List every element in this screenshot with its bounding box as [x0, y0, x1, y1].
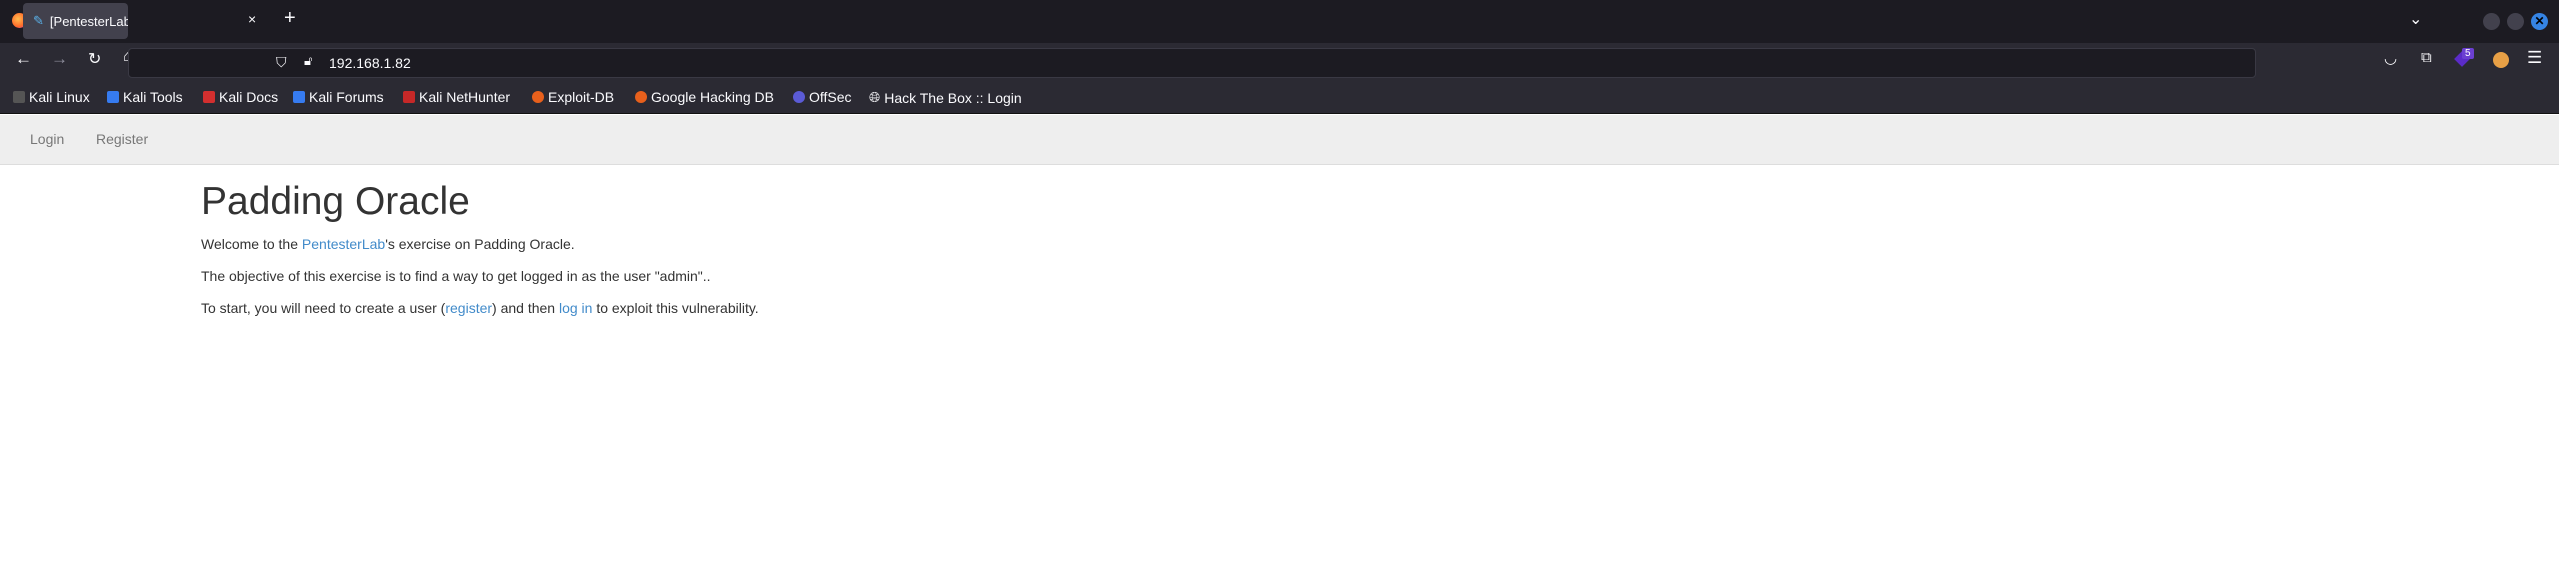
menu-icon[interactable]: ☰ — [2527, 48, 2542, 68]
bookmark-kali-linux[interactable]: Kali Linux — [13, 89, 90, 105]
bookmark-kali-docs[interactable]: Kali Docs — [203, 89, 278, 105]
maximize-button[interactable] — [2507, 13, 2524, 30]
exploit-db-icon — [532, 91, 544, 103]
pocket-icon[interactable]: ◡ — [2384, 49, 2397, 67]
url-bar[interactable] — [128, 48, 2256, 78]
text: 's exercise on Padding Oracle. — [385, 236, 575, 252]
bookmark-offsec[interactable]: OffSec — [793, 89, 852, 105]
ghdb-icon — [635, 91, 647, 103]
kali-dragon-icon — [13, 91, 25, 103]
back-button[interactable]: ← — [15, 49, 32, 69]
tab-close-icon[interactable]: × — [248, 11, 256, 27]
text: Welcome to the — [201, 236, 302, 252]
bookmark-google-hacking-db[interactable]: Google Hacking DB — [635, 89, 774, 105]
text: to exploit this vulnerability. — [592, 300, 759, 316]
offsec-icon — [793, 91, 805, 103]
extension-blocker-icon[interactable] — [2493, 52, 2509, 68]
bookmark-exploit-db[interactable]: Exploit-DB — [532, 89, 614, 105]
kali-nethunter-icon — [403, 91, 415, 103]
text: ) and then — [492, 300, 559, 316]
nav-register-link[interactable]: Register — [96, 131, 148, 147]
kali-docs-icon — [203, 91, 215, 103]
register-link[interactable]: register — [445, 300, 492, 316]
bookmark-label: Kali Linux — [29, 89, 90, 105]
minimize-button[interactable] — [2483, 13, 2500, 30]
bookmark-kali-tools[interactable]: Kali Tools — [107, 89, 183, 105]
page-title: Padding Oracle — [201, 180, 470, 223]
bookmark-hack-the-box[interactable]: 🌐︎ Hack The Box :: Login — [869, 89, 1022, 106]
list-tabs-chevron-icon[interactable]: ⌄ — [2409, 9, 2422, 29]
bookmark-label: Exploit-DB — [548, 89, 615, 105]
bookmark-label: Kali NetHunter — [419, 89, 511, 105]
bookmark-label: Kali Docs — [219, 89, 279, 105]
welcome-paragraph: Welcome to the PentesterLab's exercise o… — [201, 236, 759, 252]
insecure-lock-icon[interactable]: 🔓︎ — [304, 53, 312, 69]
tab-bar: ✎ [PentesterLab] Padding O × + ⌄ ✕ — [0, 0, 2559, 43]
tracking-shield-icon[interactable]: ⛉ — [276, 54, 287, 71]
globe-icon: 🌐︎ — [869, 89, 881, 105]
nav-login-link[interactable]: Login — [30, 131, 64, 147]
bookmarks-toolbar — [0, 81, 2559, 114]
forward-button[interactable]: → — [51, 49, 68, 69]
tab-favicon-icon: ✎ — [33, 13, 44, 28]
tab-title: [PentesterLab] Padding O — [49, 13, 128, 29]
bookmark-kali-forums[interactable]: Kali Forums — [293, 89, 384, 105]
url-text[interactable]: 192.168.1.82 — [329, 55, 411, 71]
bookmark-label: Hack The Box :: Login — [884, 89, 1022, 106]
close-window-button[interactable]: ✕ — [2531, 13, 2548, 30]
text: To start, you will need to create a user… — [201, 300, 446, 316]
tab-active[interactable]: ✎ [PentesterLab] Padding O — [23, 3, 128, 39]
main-content: Padding Oracle Welcome to the PentesterL… — [201, 180, 759, 332]
kali-tools-icon — [107, 91, 119, 103]
objective-paragraph: The objective of this exercise is to fin… — [201, 268, 711, 284]
extensions-icon[interactable]: ⧉ — [2421, 49, 2432, 66]
extension-badge: 5 — [2462, 48, 2474, 59]
bookmark-label: OffSec — [809, 89, 852, 105]
bookmark-label: Google Hacking DB — [651, 89, 774, 105]
new-tab-button[interactable]: + — [284, 7, 296, 30]
bookmark-label: Kali Tools — [123, 89, 183, 105]
instructions-paragraph: To start, you will need to create a user… — [201, 300, 759, 316]
bookmark-kali-nethunter[interactable]: Kali NetHunter — [403, 89, 510, 105]
pentesterlab-link[interactable]: PentesterLab — [302, 236, 385, 252]
login-link[interactable]: log in — [559, 300, 592, 316]
kali-forums-icon — [293, 91, 305, 103]
site-navbar — [0, 115, 2559, 165]
reload-button[interactable]: ↻ — [88, 49, 101, 69]
bookmark-label: Kali Forums — [309, 89, 384, 105]
